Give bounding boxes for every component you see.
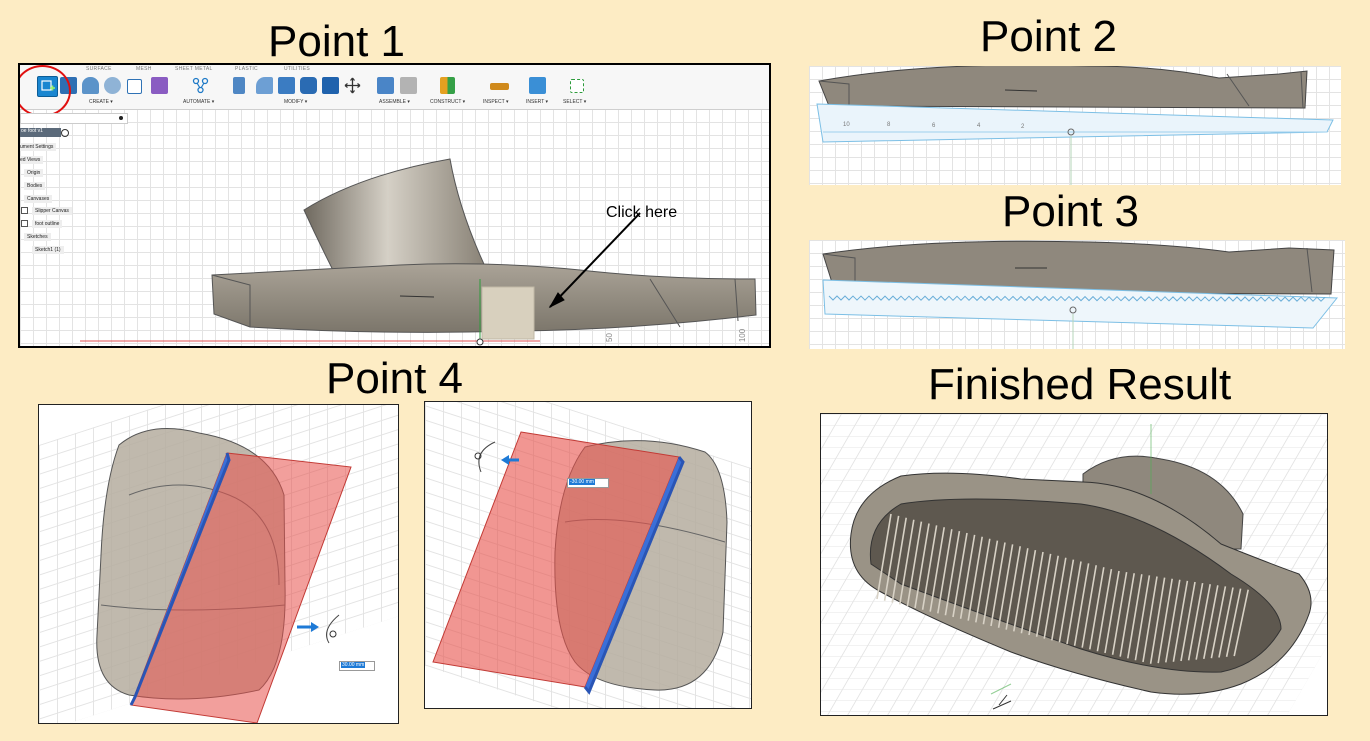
sketch-plane[interactable] <box>481 286 535 340</box>
heading-point-3: Point 3 <box>1002 187 1139 236</box>
dimension-value: -30.00 mm <box>569 479 595 485</box>
sketch-marker: 2 <box>1021 124 1025 130</box>
heading-finished-result: Finished Result <box>928 360 1232 409</box>
axis-label-100: 100 <box>738 328 748 343</box>
dimension-input-left[interactable]: 30.00 mm <box>339 661 375 671</box>
slicing-extrude-view-right <box>432 431 728 695</box>
sketch-profile[interactable] <box>816 103 1334 143</box>
dimension-input-right[interactable]: -30.00 mm <box>567 478 609 488</box>
finished-slipper-model <box>849 424 1312 710</box>
slicing-extrude-view-left <box>96 428 352 723</box>
heading-point-4: Point 4 <box>326 354 463 403</box>
sole-side-view-with-teeth <box>822 240 1339 349</box>
sketch-marker: 8 <box>887 122 891 128</box>
point3-screenshot <box>809 240 1345 349</box>
dimension-value: 30.00 mm <box>341 662 366 668</box>
sketch-marker: 6 <box>932 123 936 129</box>
heading-point-1: Point 1 <box>268 17 405 66</box>
point2-screenshot: 10 8 6 4 2 <box>809 66 1341 185</box>
sketch-marker: 4 <box>977 123 981 129</box>
point4-left-screenshot: 30.00 mm <box>38 404 399 724</box>
sketch-marker: 10 <box>843 122 850 128</box>
click-here-callout: Click here <box>606 204 678 221</box>
point4-right-screenshot: -30.00 mm <box>424 401 752 709</box>
axis-label-50: 50 <box>604 333 614 342</box>
heading-point-2: Point 2 <box>980 12 1117 61</box>
point1-fusion-screenshot: SURFACE MESH SHEET METAL PLASTIC UTILITI… <box>18 63 771 348</box>
finished-result-screenshot <box>820 413 1328 716</box>
